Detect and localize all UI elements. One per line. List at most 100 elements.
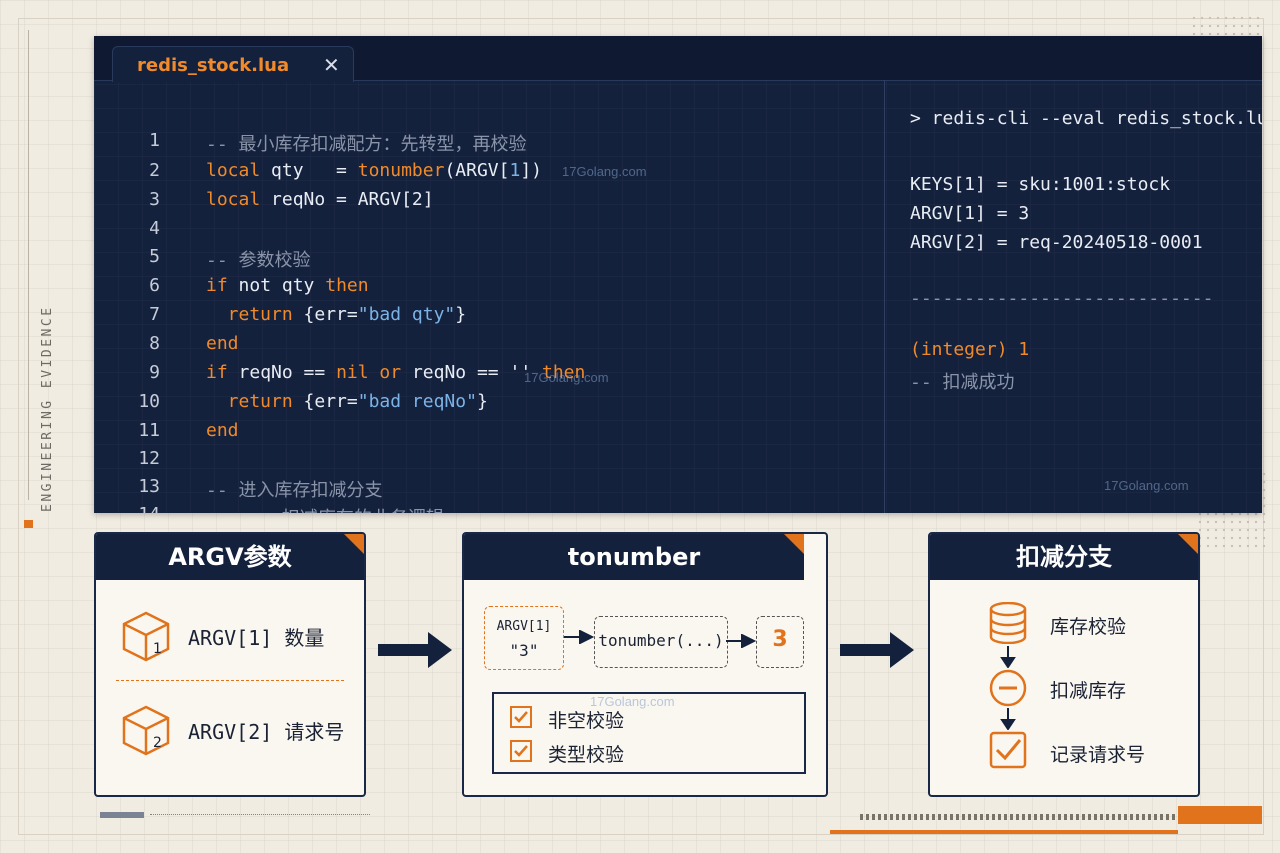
deco-orange-block <box>1178 806 1262 824</box>
function-label: tonumber(...) <box>598 631 724 650</box>
code-text: local qty = tonumber(ARGV[1]) <box>206 160 542 181</box>
line-number: 3 <box>149 189 160 210</box>
code-text: -- 参数校验 <box>206 246 311 272</box>
code-token: local <box>206 160 261 181</box>
code-token: if <box>206 275 228 296</box>
tonumber-panel: tonumber ARGV[1] "3" tonumber(...) 3 非空校… <box>462 532 828 797</box>
code-token: } <box>476 391 488 412</box>
editor-tab-bar: redis_stock.lua ✕ <box>94 36 1262 82</box>
terminal-argv1: ARGV[1] = 3 <box>910 203 1030 224</box>
arrow-down-icon <box>1000 708 1016 730</box>
arrow-down-icon <box>1000 646 1016 668</box>
argv1-label: ARGV[1] 数量 <box>188 626 325 650</box>
side-label: ENGINEERING EVIDENCE <box>40 305 55 512</box>
line-number: 1 <box>149 130 160 151</box>
line-number: 14 <box>130 504 160 513</box>
watermark: 17Golang.com <box>524 370 609 385</box>
terminal-argv2: ARGV[2] = req-20240518-0001 <box>910 232 1203 253</box>
checklist-box: 非空校验 类型校验 17Golang.com <box>492 692 806 774</box>
tonumber-panel-title: tonumber <box>464 534 804 580</box>
minus-circle-icon <box>989 669 1027 707</box>
cube-number: 1 <box>153 641 162 657</box>
code-token: ]) <box>520 160 542 181</box>
code-text: if not qty then <box>206 275 369 296</box>
code-token: end <box>206 420 239 441</box>
code-token: return <box>206 391 293 412</box>
code-text: -- 最小库存扣减配方：先转型，再校验 <box>206 130 527 156</box>
line-number: 4 <box>149 218 160 239</box>
file-tab[interactable]: redis_stock.lua ✕ <box>112 46 354 82</box>
code-token: not qty <box>227 275 326 296</box>
step-stock-check: 库存校验 <box>1050 616 1127 638</box>
cube-icon: 1 <box>122 611 170 662</box>
deco-bar <box>100 812 144 818</box>
deduct-panel-title: 扣减分支 <box>930 534 1198 580</box>
deduct-panel: 扣减分支 库存校验 扣减库存 记录请求号 <box>928 532 1200 797</box>
terminal-keys1: KEYS[1] = sku:1001:stock <box>910 174 1171 195</box>
code-token: 1 <box>509 160 521 181</box>
terminal-result: (integer) 1 <box>910 339 1030 360</box>
line-number: 8 <box>149 333 160 354</box>
check-not-empty: 非空校验 <box>548 710 625 732</box>
output-value: 3 <box>772 627 788 652</box>
code-token: tonumber <box>357 160 445 181</box>
code-token: "bad reqNo" <box>357 391 477 412</box>
code-token: {err= <box>292 391 358 412</box>
flow-arrow-icon <box>840 632 914 668</box>
line-number: 9 <box>149 362 160 383</box>
flow-arrow-icon <box>378 632 452 668</box>
code-text: -- 进入库存扣减分支 <box>206 476 383 502</box>
line-number: 10 <box>138 391 160 412</box>
code-token: {err= <box>292 304 358 325</box>
line-number: 2 <box>149 160 160 181</box>
line-number: 7 <box>149 304 160 325</box>
editor-split-divider <box>884 80 885 513</box>
deco-orange-line <box>830 830 1178 834</box>
cube-icon: 2 <box>122 705 170 756</box>
watermark: 17Golang.com <box>1104 478 1189 493</box>
code-token: -- ... 扣减库存的业务逻辑 <box>206 508 444 513</box>
line-number: 6 <box>149 275 160 296</box>
file-tab-title: redis_stock.lua <box>137 55 290 76</box>
code-token: return <box>206 304 293 325</box>
line-number: 12 <box>138 448 160 469</box>
code-text: end <box>206 333 239 354</box>
function-box: tonumber(...) <box>594 616 728 668</box>
code-token: qty = <box>260 160 358 181</box>
code-token: end <box>206 333 239 354</box>
side-rule <box>28 30 29 500</box>
checkbox-checked-icon[interactable] <box>510 706 532 728</box>
checkbox-checked-icon <box>989 731 1027 769</box>
code-text: return {err="bad reqNo"} <box>206 391 488 412</box>
deco-barcode <box>860 814 1180 820</box>
input-box: ARGV[1] "3" <box>484 606 564 670</box>
corner-accent <box>344 534 364 554</box>
corner-accent <box>1178 534 1198 554</box>
code-token: -- 进入库存扣减分支 <box>206 480 383 501</box>
corner-accent <box>784 534 804 554</box>
code-token: } <box>455 304 467 325</box>
check-type: 类型校验 <box>548 744 625 766</box>
arrow-right-icon <box>564 630 594 644</box>
terminal-result-comment: -- 扣减成功 <box>910 372 1015 393</box>
close-tab-icon[interactable]: ✕ <box>323 53 340 77</box>
watermark: 17Golang.com <box>590 694 675 709</box>
input-label: ARGV[1] <box>496 619 552 634</box>
code-token: then <box>325 275 369 296</box>
code-token: reqNo == '' <box>401 362 542 383</box>
deco-dotted-line <box>150 814 370 815</box>
input-value: "3" <box>509 641 539 660</box>
line-number: 13 <box>138 476 160 497</box>
code-text: return {err="bad qty"} <box>206 304 466 325</box>
cube-number: 2 <box>153 735 162 751</box>
code-token: or <box>379 362 402 383</box>
argv-panel: ARGV参数 1 ARGV[1] 数量 2 ARGV[2] 请求号 <box>94 532 366 797</box>
code-token: reqNo = ARGV[2] <box>260 189 434 210</box>
line-number: 11 <box>138 420 160 441</box>
checkbox-checked-icon[interactable] <box>510 740 532 762</box>
code-token: if <box>206 362 228 383</box>
code-token: reqNo == <box>227 362 337 383</box>
code-editor-window: redis_stock.lua ✕ 1 -- 最小库存扣减配方：先转型，再校验 2 l… <box>94 36 1262 513</box>
dashed-separator <box>116 680 344 681</box>
